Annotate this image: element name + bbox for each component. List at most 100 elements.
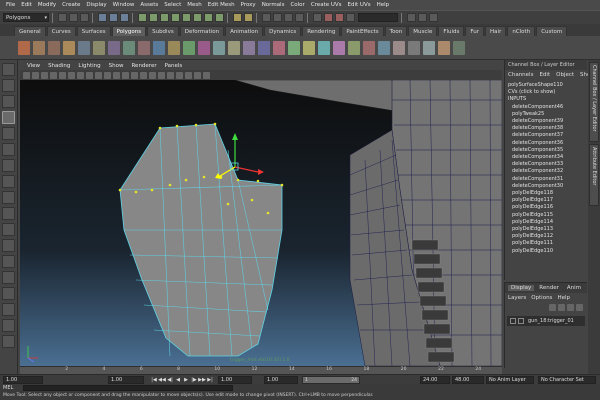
menu-modify[interactable]: Modify xyxy=(35,2,59,8)
merge-vertices-icon[interactable] xyxy=(273,40,285,55)
pick-rendering-icon[interactable] xyxy=(204,13,213,22)
input-node[interactable]: polyDelEdge110 xyxy=(508,248,587,255)
poly-torus-icon[interactable] xyxy=(93,40,105,55)
show-attribute-editor-icon[interactable] xyxy=(418,13,427,22)
poly-pyramid-icon[interactable] xyxy=(123,40,135,55)
command-language-label[interactable]: MEL xyxy=(3,385,23,391)
grid-toggle-icon[interactable] xyxy=(59,71,66,79)
save-scene-icon[interactable] xyxy=(80,13,89,22)
select-tool-icon[interactable] xyxy=(2,63,15,76)
menu-mesh[interactable]: Mesh xyxy=(184,2,204,8)
channel-box-side-tab[interactable]: Channel Box / Layer Editor xyxy=(589,62,599,142)
select-component-icon[interactable] xyxy=(120,13,129,22)
time-slider[interactable]: 2 4 6 8 10 12 14 16 18 20 22 24 xyxy=(20,366,502,374)
menu-create-uvs[interactable]: Create UVs xyxy=(308,2,345,8)
append-polygon-icon[interactable] xyxy=(303,40,315,55)
menu-edit-uvs[interactable]: Edit UVs xyxy=(345,2,374,8)
menu-options[interactable]: Options xyxy=(531,295,552,301)
channel-box-menu-object[interactable]: Object xyxy=(556,72,574,78)
input-node[interactable]: polyDelEdge116 xyxy=(508,204,587,211)
range-start-field-2[interactable]: 1.00 xyxy=(264,376,298,384)
playback-button[interactable]: ▶| xyxy=(206,376,214,384)
cvs-toggle[interactable]: CVs (click to show) xyxy=(508,89,587,96)
shelf-tab-dynamics[interactable]: Dynamics xyxy=(264,26,302,36)
boolean-intersect-icon[interactable] xyxy=(243,40,255,55)
pick-surfaces-icon[interactable] xyxy=(171,13,180,22)
smooth-icon[interactable] xyxy=(198,40,210,55)
uv-editor-icon[interactable] xyxy=(453,40,465,55)
bookmark-icon[interactable] xyxy=(41,71,48,79)
universal-manip-icon[interactable] xyxy=(2,159,15,172)
input-node[interactable]: deleteComponent38 xyxy=(508,125,587,132)
layer-row[interactable]: gun_18:trigger_01 xyxy=(507,316,585,326)
menu-help[interactable]: Help xyxy=(374,2,393,8)
snap-grid-icon[interactable] xyxy=(262,13,271,22)
menu-proxy[interactable]: Proxy xyxy=(238,2,259,8)
input-node[interactable]: polyDelEdge115 xyxy=(508,212,587,219)
history-icon[interactable] xyxy=(313,13,322,22)
bridge-icon[interactable] xyxy=(288,40,300,55)
channel-box-menu-channels[interactable]: Channels xyxy=(508,72,533,78)
shelf-tab-ncloth[interactable]: nCloth xyxy=(507,26,536,36)
layout-single-pane-icon[interactable] xyxy=(2,223,15,236)
gate-mask-icon[interactable] xyxy=(86,71,93,79)
separate-icon[interactable] xyxy=(168,40,180,55)
viewport-menu-show[interactable]: Show xyxy=(105,63,128,69)
pick-misc-icon[interactable] xyxy=(215,13,224,22)
boolean-union-icon[interactable] xyxy=(213,40,225,55)
viewport-menu-panels[interactable]: Panels xyxy=(161,63,187,69)
menu-edit-mesh[interactable]: Edit Mesh xyxy=(205,2,238,8)
menu-select[interactable]: Select xyxy=(161,2,184,8)
tab-display[interactable]: Display xyxy=(508,285,535,291)
new-layer-selected-icon[interactable] xyxy=(576,303,583,311)
input-node[interactable]: deleteComponent30 xyxy=(508,183,587,190)
new-scene-icon[interactable] xyxy=(58,13,67,22)
camera-attributes-icon[interactable] xyxy=(32,71,39,79)
viewport-menu-renderer[interactable]: Renderer xyxy=(127,63,160,69)
shape-node[interactable]: polySurfaceShape110 xyxy=(508,82,587,89)
move-layer-down-icon[interactable] xyxy=(558,303,565,311)
input-node[interactable]: deleteComponent36 xyxy=(508,140,587,147)
input-node[interactable]: deleteComponent31 xyxy=(508,176,587,183)
shelf-tab-polygons[interactable]: Polygons xyxy=(111,26,147,36)
safe-action-icon[interactable] xyxy=(104,71,111,79)
render-settings-icon[interactable] xyxy=(346,13,355,22)
input-node[interactable]: deleteComponent32 xyxy=(508,168,587,175)
textured-icon[interactable] xyxy=(149,71,156,79)
tab-render[interactable]: Render xyxy=(536,285,562,291)
menu-layers[interactable]: Layers xyxy=(508,295,526,301)
shelf-tab-painteffects[interactable]: PaintEffects xyxy=(341,26,384,36)
field-chart-icon[interactable] xyxy=(95,71,102,79)
shelf-tab-subdivs[interactable]: Subdivs xyxy=(147,26,179,36)
character-set-dropdown[interactable]: No Character Set xyxy=(538,376,596,384)
menu-help[interactable]: Help xyxy=(557,295,570,301)
show-manipulator-icon[interactable] xyxy=(2,191,15,204)
input-line-field[interactable] xyxy=(358,13,398,22)
show-tool-settings-icon[interactable] xyxy=(429,13,438,22)
poly-cone-icon[interactable] xyxy=(63,40,75,55)
shelf-tab-custom[interactable]: Custom xyxy=(536,26,568,36)
playback-button[interactable]: ◀ xyxy=(174,376,182,384)
new-layer-icon[interactable] xyxy=(567,303,574,311)
lock-selection-icon[interactable] xyxy=(233,13,242,22)
select-hierarchy-icon[interactable] xyxy=(98,13,107,22)
resolution-gate-icon[interactable] xyxy=(77,71,84,79)
rotate-tool-icon[interactable] xyxy=(2,127,15,140)
shelf-tab-muscle[interactable]: Muscle xyxy=(408,26,438,36)
channel-box-menu-edit[interactable]: Edit xyxy=(539,72,550,78)
playback-button[interactable]: |▶ xyxy=(190,376,198,384)
planar-mapping-icon[interactable] xyxy=(438,40,450,55)
poke-face-icon[interactable] xyxy=(393,40,405,55)
poly-pipe-icon[interactable] xyxy=(138,40,150,55)
input-node[interactable]: polyDelEdge117 xyxy=(508,197,587,204)
range-slider[interactable]: 1 24 xyxy=(302,376,360,384)
snap-curve-icon[interactable] xyxy=(273,13,282,22)
xray-joints-icon[interactable] xyxy=(194,71,201,79)
menu-display[interactable]: Display xyxy=(83,2,109,8)
layer-visibility-toggle[interactable] xyxy=(510,318,516,324)
shelf-tab-hair[interactable]: Hair xyxy=(485,26,507,36)
poly-sphere-icon[interactable] xyxy=(18,40,30,55)
film-gate-icon[interactable] xyxy=(68,71,75,79)
input-node[interactable]: polyDelEdge112 xyxy=(508,233,587,240)
xray-components-icon[interactable] xyxy=(203,71,210,79)
